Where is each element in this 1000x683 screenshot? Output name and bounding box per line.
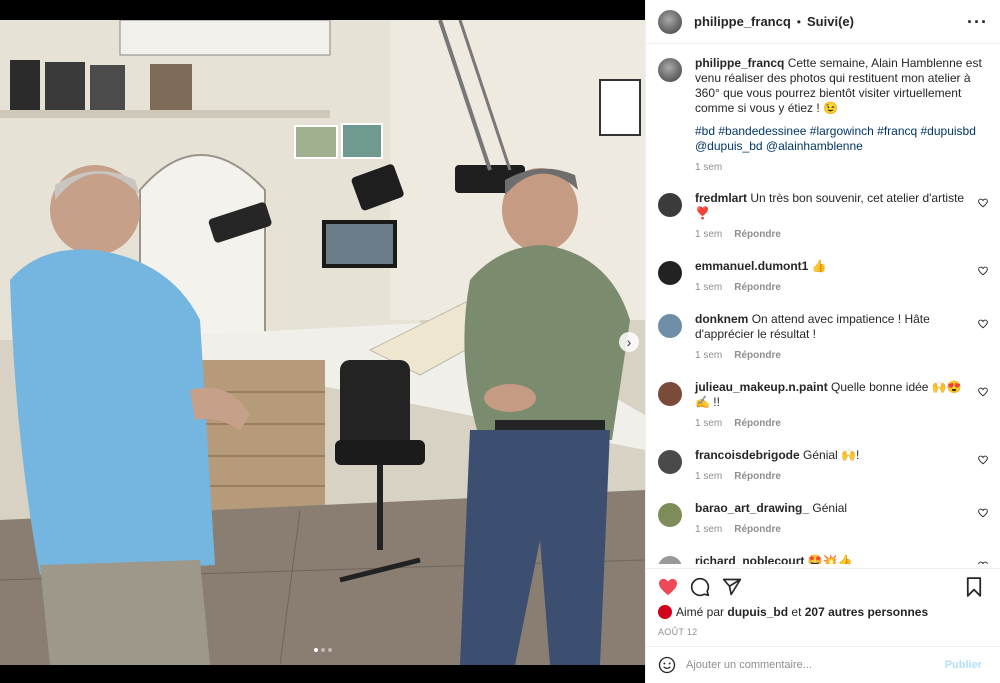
heart-outline-icon[interactable] [978,266,988,276]
comment-body: 🤩💥👍 [807,554,853,564]
avatar[interactable] [658,503,682,527]
caption-time: 1 sem [695,162,723,173]
comment-item: francoisdebrigode Génial 🙌! 1 sem Répondre [658,448,988,482]
separator-dot: • [796,14,801,29]
comment-item: richard_noblecourt 🤩💥👍1 semRépondre [658,554,988,564]
carousel-dots [0,648,645,652]
comment-item: emmanuel.dumont1 👍 1 sem Répondre [658,259,988,293]
comment-text: emmanuel.dumont1 👍 [695,259,966,274]
comment-text: barao_art_drawing_ Génial [695,501,966,516]
post-username[interactable]: philippe_francq [694,14,791,29]
next-photo-button[interactable]: › [619,332,639,352]
media-pane: › [0,0,645,683]
comment-item: barao_art_drawing_ Génial 1 sem Répondre [658,501,988,535]
other-likes-link[interactable]: 207 autres personnes [805,605,928,619]
comments-list[interactable]: philippe_francq Cette semaine, Alain Ham… [646,44,1000,564]
comment-item: fredmlart Un très bon souvenir, cet atel… [658,191,988,240]
caption-username[interactable]: philippe_francq [695,56,784,70]
avatar[interactable] [658,58,682,82]
reply-button[interactable]: Répondre [734,524,781,535]
comment-time: 1 sem [695,524,723,535]
reply-button[interactable]: Répondre [734,418,781,429]
reply-button[interactable]: Répondre [734,471,781,482]
avatar[interactable] [658,556,682,564]
caption-text: philippe_francq Cette semaine, Alain Ham… [695,56,988,116]
comment-username[interactable]: richard_noblecourt [695,554,804,564]
heart-outline-icon[interactable] [978,198,988,208]
likes-summary: Aimé par dupuis_bd et 207 autres personn… [658,605,928,619]
emoji-icon[interactable] [658,656,676,674]
comment-text: francoisdebrigode Génial 🙌! [695,448,966,463]
comment-text: julieau_makeup.n.paint Quelle bonne idée… [695,380,966,410]
comment-username[interactable]: barao_art_drawing_ [695,501,809,515]
likes-middle: et [791,605,802,619]
post-date: AOÛT 12 [658,627,698,637]
avatar[interactable] [658,382,682,406]
reply-button[interactable]: Répondre [734,350,781,361]
liked-by-user[interactable]: dupuis_bd [727,605,788,619]
heart-outline-icon[interactable] [978,508,988,518]
heart-filled-icon[interactable] [658,577,678,597]
avatar[interactable] [658,605,672,619]
chevron-right-icon: › [626,334,632,350]
comment-username[interactable]: emmanuel.dumont1 [695,259,808,273]
post-side-panel: philippe_francq • Suivi(e) ··· philippe_… [645,0,1000,683]
share-icon[interactable] [722,577,742,597]
comment-text: fredmlart Un très bon souvenir, cet atel… [695,191,966,221]
heart-outline-icon[interactable] [978,561,988,564]
comment-time: 1 sem [695,282,723,293]
comment-username[interactable]: donknem [695,312,748,326]
publish-button[interactable]: Publier [945,659,982,671]
follow-status-button[interactable]: Suivi(e) [807,14,854,29]
carousel-dot [313,648,318,652]
avatar[interactable] [658,450,682,474]
studio-photo-illustration [0,20,645,665]
action-bar [646,568,1000,604]
avatar[interactable] [658,193,682,217]
comment-item: donknem On attend avec impatience ! Hâte… [658,312,988,361]
comment-container: fredmlart Un très bon souvenir, cet atel… [658,191,988,564]
comment-item: julieau_makeup.n.paint Quelle bonne idée… [658,380,988,429]
carousel-dot [327,648,332,652]
heart-outline-icon[interactable] [978,455,988,465]
comment-body: Génial 🙌! [803,448,860,462]
avatar[interactable] [658,261,682,285]
post-modal: › philippe_francq • Suivi(e) ··· philipp… [0,0,1000,683]
comment-time: 1 sem [695,418,723,429]
comment-username[interactable]: francoisdebrigode [695,448,800,462]
avatar[interactable] [658,9,682,34]
comment-body: Génial [812,501,848,515]
post-header: philippe_francq • Suivi(e) ··· [646,0,1000,44]
comment-text: richard_noblecourt 🤩💥👍 [695,554,966,564]
heart-outline-icon[interactable] [978,319,988,329]
comment-text: donknem On attend avec impatience ! Hâte… [695,312,966,342]
more-horizontal-icon[interactable]: ··· [967,13,988,31]
comment-time: 1 sem [695,229,723,240]
post-photo[interactable] [0,20,645,665]
comment-time: 1 sem [695,350,723,361]
reply-button[interactable]: Répondre [734,229,781,240]
bookmark-icon[interactable] [964,576,984,597]
comment-time: 1 sem [695,471,723,482]
comment-input[interactable] [686,659,945,671]
caption: philippe_francq Cette semaine, Alain Ham… [658,56,988,173]
avatar[interactable] [658,314,682,338]
comment-username[interactable]: fredmlart [695,191,747,205]
likes-prefix: Aimé par [676,605,725,619]
comment-body: 👍 [811,259,827,273]
comment-icon[interactable] [690,577,710,597]
add-comment-bar: Publier [646,646,1000,683]
reply-button[interactable]: Répondre [734,282,781,293]
heart-outline-icon[interactable] [978,387,988,397]
comment-username[interactable]: julieau_makeup.n.paint [695,380,828,394]
carousel-dot [320,648,325,652]
caption-hashtags[interactable]: #bd #bandedessinee #largowinch #francq #… [695,124,988,154]
